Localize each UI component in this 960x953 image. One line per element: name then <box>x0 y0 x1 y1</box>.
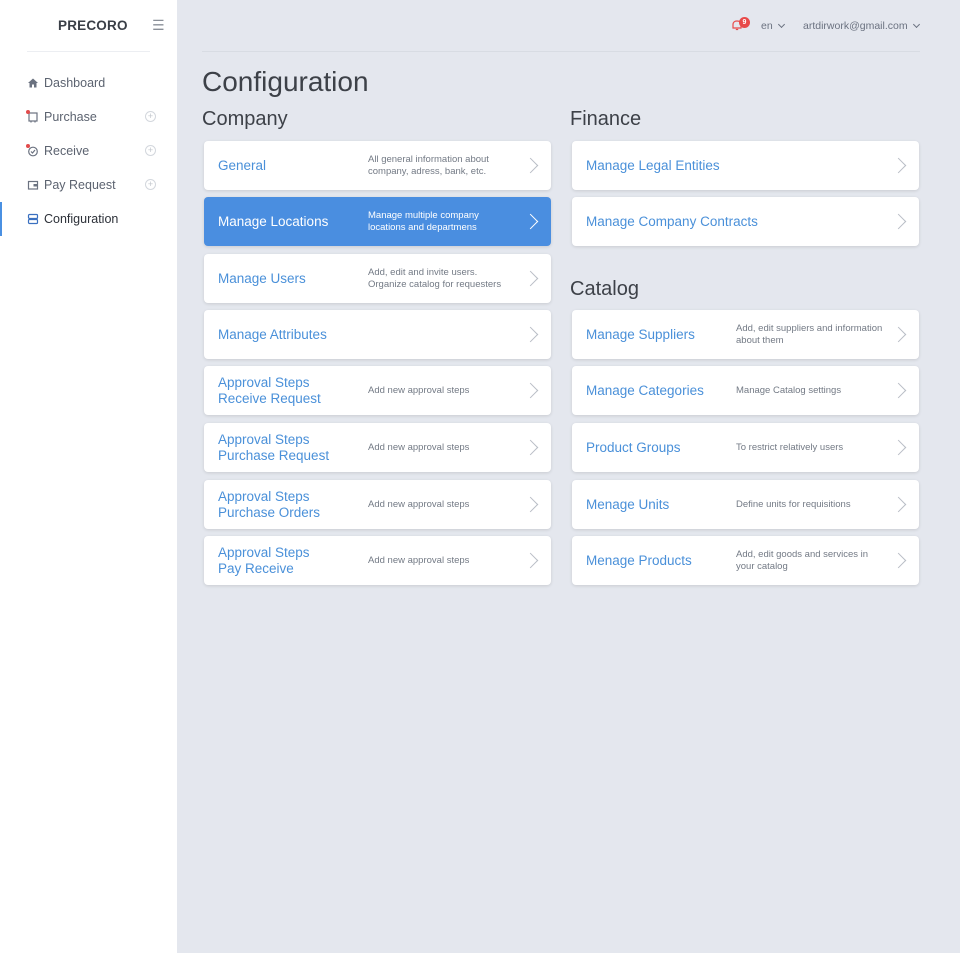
add-receive-button[interactable]: + <box>145 145 156 156</box>
card-description: Add new approval steps <box>368 441 470 453</box>
card-general[interactable]: General All general information about co… <box>204 141 551 190</box>
card-title: Manage Locations <box>218 213 329 229</box>
card-manage-categories[interactable]: Manage Categories Manage Catalog setting… <box>572 366 919 415</box>
card-title: Menage Units <box>586 496 670 512</box>
notification-count-badge: 9 <box>739 17 750 28</box>
language-value: en <box>761 20 773 32</box>
card-title: Approval Steps Purchase Orders <box>218 488 321 520</box>
chevron-right-icon <box>522 326 539 343</box>
card-approval-receive-request[interactable]: Approval Steps Receive Request Add new a… <box>204 366 551 415</box>
wallet-icon <box>27 179 39 191</box>
status-dot <box>26 110 30 114</box>
card-description: Define units for requisitions <box>736 498 851 510</box>
chevron-down-icon <box>777 20 785 29</box>
card-menage-units[interactable]: Menage Units Define units for requisitio… <box>572 480 919 529</box>
catalog-section-title: Catalog <box>570 278 639 300</box>
card-title: Menage Products <box>586 552 692 568</box>
user-menu[interactable]: artdirwork@gmail.com <box>803 20 920 32</box>
sidebar-item-receive[interactable]: Receive + <box>0 134 177 168</box>
card-title: Approval Steps Purchase Request <box>218 431 330 463</box>
sidebar-item-dashboard[interactable]: Dashboard <box>0 66 177 100</box>
card-description: To restrict relatively users <box>736 441 844 453</box>
chevron-right-icon <box>522 439 539 456</box>
card-title: Manage Legal Entities <box>586 157 720 173</box>
chevron-right-icon <box>522 552 539 569</box>
card-description: All general information about company, a… <box>368 153 489 177</box>
card-title: Manage Categories <box>586 382 704 398</box>
chevron-right-icon <box>522 157 539 174</box>
sidebar-item-label: Configuration <box>44 212 119 226</box>
card-title: Approval Steps Receive Request <box>218 374 321 406</box>
page-title: Configuration <box>202 66 369 97</box>
add-pay-request-button[interactable]: + <box>145 179 156 190</box>
home-icon <box>27 77 39 89</box>
company-section-title: Company <box>202 108 288 130</box>
card-title: Manage Suppliers <box>586 326 695 342</box>
card-manage-locations[interactable]: Manage Locations Manage multiple company… <box>204 197 551 246</box>
card-title: Manage Users <box>218 270 306 286</box>
sidebar-item-label: Receive <box>44 144 90 158</box>
card-approval-pay-receive[interactable]: Approval Steps Pay Receive Add new appro… <box>204 536 551 585</box>
status-dot <box>26 144 30 148</box>
receive-icon <box>26 144 39 157</box>
card-title: Product Groups <box>586 439 681 455</box>
user-email: artdirwork@gmail.com <box>803 20 908 32</box>
card-manage-company-contracts[interactable]: Manage Company Contracts <box>572 197 919 246</box>
chevron-right-icon <box>522 270 539 287</box>
chevron-right-icon <box>522 382 539 399</box>
add-purchase-button[interactable]: + <box>145 111 156 122</box>
chevron-right-icon <box>890 496 907 513</box>
chevron-right-icon <box>890 552 907 569</box>
sidebar-item-pay-request[interactable]: Pay Request + <box>0 168 177 202</box>
sidebar-item-purchase[interactable]: Purchase + <box>0 100 177 134</box>
brand-logo[interactable]: PRECORO <box>58 18 128 33</box>
chevron-right-icon <box>890 439 907 456</box>
card-description: Add new approval steps <box>368 554 470 566</box>
sidebar-item-label: Purchase <box>44 110 97 124</box>
brand-area: PRECORO ☰ <box>0 0 177 52</box>
card-approval-purchase-orders[interactable]: Approval Steps Purchase Orders Add new a… <box>204 480 551 529</box>
card-manage-legal-entities[interactable]: Manage Legal Entities <box>572 141 919 190</box>
card-title: Approval Steps Pay Receive <box>218 544 310 576</box>
chevron-down-icon <box>912 20 920 29</box>
language-selector[interactable]: en <box>761 20 785 32</box>
card-description: Add, edit suppliers and information abou… <box>736 322 883 346</box>
divider <box>27 51 150 52</box>
card-description: Add, edit goods and services in your cat… <box>736 548 869 572</box>
card-title: General <box>218 157 267 173</box>
card-product-groups[interactable]: Product Groups To restrict relatively us… <box>572 423 919 472</box>
chevron-right-icon <box>890 213 907 230</box>
sidebar-item-label: Pay Request <box>44 178 116 192</box>
card-description: Add, edit and invite users. Organize cat… <box>368 266 502 290</box>
sidebar-nav: Dashboard Purchase + Receive + Pay Reque… <box>0 66 177 236</box>
sidebar-item-configuration[interactable]: Configuration <box>0 202 177 236</box>
card-description: Add new approval steps <box>368 498 470 510</box>
sidebar-item-label: Dashboard <box>44 76 106 90</box>
chevron-right-icon <box>522 496 539 513</box>
finance-section-title: Finance <box>570 108 642 130</box>
chevron-right-icon <box>522 213 539 230</box>
card-description: Add new approval steps <box>368 384 470 396</box>
card-manage-attributes[interactable]: Manage Attributes <box>204 310 551 359</box>
card-manage-suppliers[interactable]: Manage Suppliers Add, edit suppliers and… <box>572 310 919 359</box>
divider <box>202 51 920 52</box>
chevron-right-icon <box>890 382 907 399</box>
notification-bell-icon[interactable]: 9 <box>730 17 750 32</box>
card-menage-products[interactable]: Menage Products Add, edit goods and serv… <box>572 536 919 585</box>
sidebar: PRECORO ☰ Dashboard Purchase + Receive + <box>0 0 177 953</box>
card-description: Manage multiple company locations and de… <box>368 209 479 233</box>
card-title: Manage Attributes <box>218 326 327 342</box>
card-description: Manage Catalog settings <box>736 384 842 396</box>
card-title: Manage Company Contracts <box>586 213 758 229</box>
server-icon <box>27 213 39 225</box>
chevron-right-icon <box>890 157 907 174</box>
chevron-right-icon <box>890 326 907 343</box>
hamburger-icon[interactable]: ☰ <box>152 18 165 32</box>
card-approval-purchase-request[interactable]: Approval Steps Purchase Request Add new … <box>204 423 551 472</box>
card-manage-users[interactable]: Manage Users Add, edit and invite users.… <box>204 254 551 303</box>
cart-icon <box>26 110 39 123</box>
